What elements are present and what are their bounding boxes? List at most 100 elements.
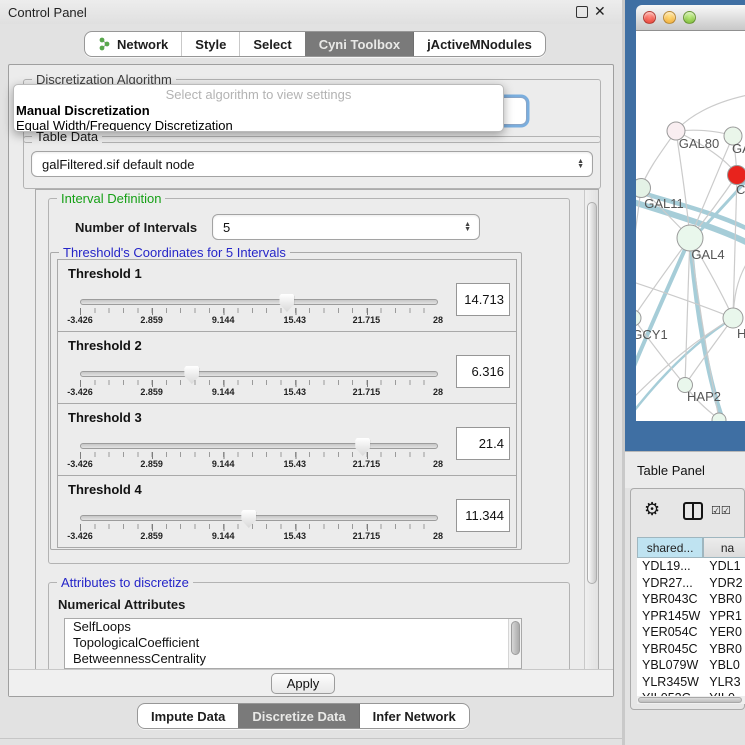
tab-network[interactable]: Network — [85, 32, 181, 56]
dropdown-option-manual-discretization[interactable]: Manual Discretization — [14, 103, 503, 118]
network-node-gal11[interactable] — [636, 179, 651, 198]
minimize-traffic-light[interactable] — [663, 11, 676, 24]
network-canvas[interactable]: GAL80GACGAL11GAL4GCY1HHAP2 — [636, 31, 745, 421]
tab-discretize-data[interactable]: Discretize Data — [238, 704, 358, 728]
cyni-bottom-tabs: Impute Data Discretize Data Infer Networ… — [137, 703, 470, 729]
tab-impute-data[interactable]: Impute Data — [138, 704, 238, 728]
cell-name[interactable]: YDL1 — [703, 558, 745, 575]
network-edge-highlighted[interactable] — [636, 238, 690, 376]
cell-shared-name[interactable]: YBL079W — [637, 657, 703, 674]
attribute-items: SelfLoopsTopologicalCoefficientBetweenne… — [65, 619, 521, 667]
node-table-panel: ⚙ ☑☑ shared... na YDL19...YDL1YDR27...YD… — [630, 488, 745, 710]
threshold-value-field[interactable]: 6.316 — [456, 355, 510, 388]
table-row[interactable]: YDR27...YDR2 — [637, 575, 745, 592]
attribute-list-item[interactable]: SelfLoops — [65, 619, 521, 635]
scale-tick-label: 15.43 — [284, 315, 307, 325]
cell-name[interactable]: YER0 — [703, 624, 745, 641]
network-view-window: GAL80GACGAL11GAL4GCY1HHAP2 — [625, 0, 745, 451]
table-panel-title: Table Panel — [637, 463, 705, 478]
table-horizontal-scrollbar-thumb[interactable] — [638, 697, 742, 703]
network-node-label: HAP2 — [687, 389, 721, 404]
attribute-list-item[interactable]: BetweennessCentrality — [65, 651, 521, 667]
column-layout-icon[interactable] — [683, 502, 703, 520]
cell-name[interactable]: YPR1 — [703, 608, 745, 625]
attributes-list-scrollbar-thumb[interactable] — [511, 621, 520, 655]
column-header-name[interactable]: na — [703, 537, 745, 558]
table-row[interactable]: YER054CYER0 — [637, 624, 745, 641]
network-node-label: C — [736, 182, 745, 197]
table-row[interactable]: YBR045CYBR0 — [637, 641, 745, 658]
network-node-gcy1[interactable] — [636, 310, 641, 326]
column-header-shared-name[interactable]: shared... — [637, 537, 703, 558]
table-body[interactable]: YDL19...YDL1YDR27...YDR2YBR043CYBR0YPR14… — [637, 558, 745, 696]
threshold-panel-3: Threshold 3-3.4262.8599.14415.4321.71528… — [57, 403, 517, 476]
network-edge[interactable] — [636, 281, 733, 318]
cell-shared-name[interactable]: YDR27... — [637, 575, 703, 592]
cell-name[interactable]: YBR0 — [703, 641, 745, 658]
interval-definition-group-title: Interval Definition — [57, 191, 165, 206]
tab-style[interactable]: Style — [181, 32, 239, 56]
scale-tick-label: 28 — [433, 315, 443, 325]
network-node-h[interactable] — [723, 308, 743, 328]
combo-stepper-icon: ▲▼ — [464, 222, 471, 232]
attributes-list-scrollbar[interactable] — [508, 619, 521, 668]
threshold-slider[interactable] — [80, 515, 438, 521]
table-row[interactable]: YBL079WYBL0 — [637, 657, 745, 674]
cell-shared-name[interactable]: YBR043C — [637, 591, 703, 608]
close-traffic-light[interactable] — [643, 11, 656, 24]
table-panel-bar: Table Panel — [625, 451, 745, 488]
network-edge[interactable] — [641, 131, 676, 188]
cell-name[interactable]: YLR3 — [703, 674, 745, 691]
cell-shared-name[interactable]: YLR345W — [637, 674, 703, 691]
cell-shared-name[interactable]: YBR045C — [637, 641, 703, 658]
threshold-value-field[interactable]: 14.713 — [456, 283, 510, 316]
threshold-slider[interactable] — [80, 443, 438, 449]
apply-strip: Apply — [9, 669, 613, 696]
table-row[interactable]: YBR043CYBR0 — [637, 591, 745, 608]
tab-select[interactable]: Select — [239, 32, 304, 56]
settings-scrollbar-thumb[interactable] — [587, 202, 597, 584]
table-horizontal-scrollbar[interactable] — [637, 696, 745, 704]
checkbox-filter-icon[interactable]: ☑☑ — [711, 504, 731, 517]
threshold-label: Threshold 1 — [68, 266, 142, 281]
tab-jactivemnodules[interactable]: jActiveMNodules — [413, 32, 545, 56]
zoom-traffic-light[interactable] — [683, 11, 696, 24]
threshold-value-field[interactable]: 11.344 — [456, 499, 510, 532]
table-header-row: shared... na — [637, 537, 745, 558]
dropdown-option-equal-width-frequency[interactable]: Equal Width/Frequency Discretization — [14, 118, 503, 132]
network-edge[interactable] — [676, 95, 745, 131]
gear-icon[interactable]: ⚙ — [644, 499, 660, 520]
settings-scrollbar[interactable] — [584, 190, 598, 669]
table-data-combobox-value: galFiltered.sif default node — [42, 157, 194, 172]
network-edge[interactable] — [685, 238, 690, 385]
network-window-titlebar[interactable] — [636, 5, 745, 31]
table-row[interactable]: YPR145WYPR1 — [637, 608, 745, 625]
numerical-attributes-list[interactable]: SelfLoopsTopologicalCoefficientBetweenne… — [64, 618, 522, 669]
cell-name[interactable]: YDR2 — [703, 575, 745, 592]
thresholds-group: Threshold's Coordinates for 5 Intervals … — [50, 252, 522, 550]
number-of-intervals-combobox[interactable]: 5 ▲▼ — [212, 214, 480, 240]
table-row[interactable]: YLR345WYLR3 — [637, 674, 745, 691]
control-panel-tabs: Network Style Select Cyni Toolbox jActiv… — [84, 31, 546, 57]
network-node-label: GCY1 — [636, 327, 668, 342]
cell-shared-name[interactable]: YER054C — [637, 624, 703, 641]
apply-button[interactable]: Apply — [271, 673, 335, 694]
attribute-list-item[interactable]: TopologicalCoefficient — [65, 635, 521, 651]
cell-name[interactable]: YBR0 — [703, 591, 745, 608]
tab-infer-network[interactable]: Infer Network — [359, 704, 469, 728]
network-edge[interactable] — [636, 238, 690, 318]
cell-shared-name[interactable]: YDL19... — [637, 558, 703, 575]
cell-name[interactable]: YBL0 — [703, 657, 745, 674]
scale-tick-label: 15.43 — [284, 387, 307, 397]
float-window-icon[interactable] — [576, 6, 588, 18]
cell-shared-name[interactable]: YPR145W — [637, 608, 703, 625]
network-node[interactable] — [712, 413, 726, 421]
table-data-combobox[interactable]: galFiltered.sif default node ▲▼ — [31, 151, 593, 177]
threshold-value-field[interactable]: 21.4 — [456, 427, 510, 460]
threshold-slider[interactable] — [80, 299, 438, 305]
table-row[interactable]: YDL19...YDL1 — [637, 558, 745, 575]
threshold-slider[interactable] — [80, 371, 438, 377]
close-icon[interactable]: ✕ — [594, 3, 606, 20]
slider-major-ticks — [80, 524, 439, 531]
tab-cyni-toolbox[interactable]: Cyni Toolbox — [305, 32, 413, 56]
